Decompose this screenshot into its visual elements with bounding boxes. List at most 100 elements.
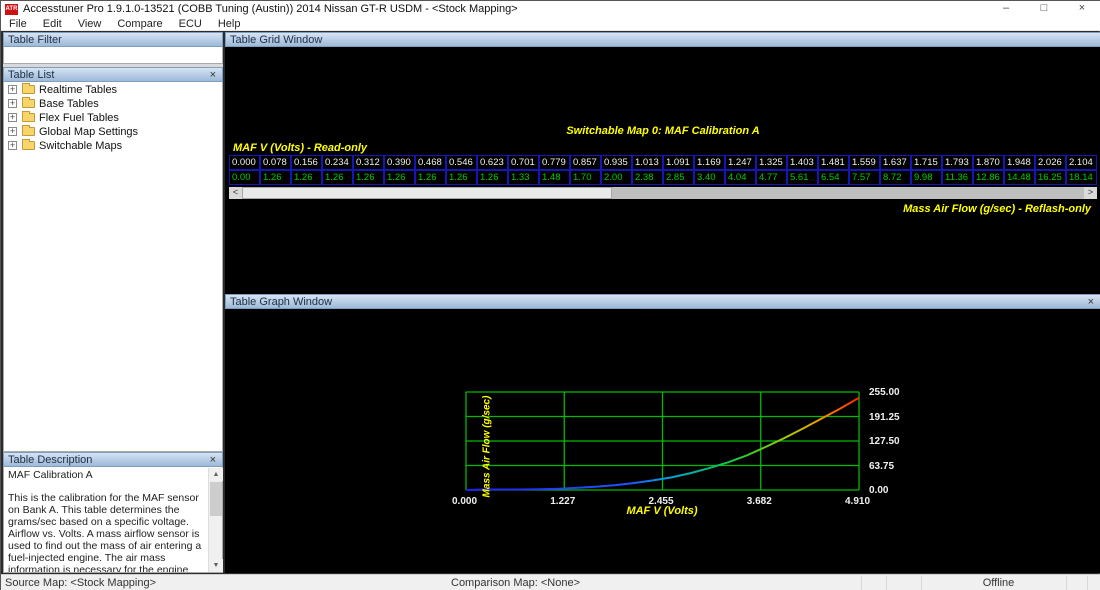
map-title: Switchable Map 0: MAF Calibration A	[566, 125, 760, 137]
menu-view[interactable]: View	[70, 17, 110, 31]
table-description-close-icon[interactable]: ×	[208, 454, 218, 466]
grid-cell[interactable]: 0.234	[322, 155, 353, 170]
table-grid-window-header: Table Grid Window	[225, 32, 1100, 47]
description-scroll-thumb[interactable]	[210, 482, 222, 516]
grid-cell[interactable]: 0.00	[229, 170, 260, 185]
grid-cell[interactable]: 8.72	[880, 170, 911, 185]
grid-cell[interactable]: 0.779	[539, 155, 570, 170]
grid-cell[interactable]: 1.247	[725, 155, 756, 170]
grid-cell[interactable]: 1.948	[1004, 155, 1035, 170]
close-button[interactable]: ×	[1063, 1, 1100, 17]
menu-edit[interactable]: Edit	[35, 17, 70, 31]
menu-file[interactable]: File	[1, 17, 35, 31]
grid-cell[interactable]: 2.85	[663, 170, 694, 185]
folder-icon	[22, 111, 35, 122]
grid-cell[interactable]: 0.156	[291, 155, 322, 170]
grid-cell[interactable]: 1.091	[663, 155, 694, 170]
grid-cell[interactable]: 4.77	[756, 170, 787, 185]
grid-cell[interactable]: 1.33	[508, 170, 539, 185]
graph-area: Mass Air Flow (g/sec) MAF V (Volts) 0.00…	[225, 309, 1100, 573]
grid-cell[interactable]: 1.637	[880, 155, 911, 170]
grid-cell[interactable]: 1.26	[322, 170, 353, 185]
menu-help[interactable]: Help	[210, 17, 249, 31]
grid-cell[interactable]: 2.00	[601, 170, 632, 185]
grid-cell[interactable]: 1.48	[539, 170, 570, 185]
tree-item-global-map-settings[interactable]: + Global Map Settings	[8, 125, 222, 138]
grid-cell[interactable]: 2.38	[632, 170, 663, 185]
menu-compare[interactable]: Compare	[109, 17, 170, 31]
y-tick-label: 191.25	[869, 411, 900, 423]
minimize-button[interactable]: –	[987, 1, 1025, 17]
scroll-right-icon[interactable]: >	[1084, 187, 1097, 199]
table-graph-close-icon[interactable]: ×	[1086, 296, 1096, 308]
table-filter-input[interactable]	[3, 47, 223, 64]
grid-cell[interactable]: 1.715	[911, 155, 942, 170]
y-tick-label: 63.75	[869, 460, 895, 472]
expand-icon[interactable]: +	[8, 99, 17, 108]
grid-cell[interactable]: 0.390	[384, 155, 415, 170]
grid-cell[interactable]: 5.61	[787, 170, 818, 185]
grid-cell[interactable]: 0.546	[446, 155, 477, 170]
tree-item-switchable-maps[interactable]: + Switchable Maps	[8, 139, 222, 152]
expand-icon[interactable]: +	[8, 113, 17, 122]
table-list-title: Table List	[8, 69, 55, 81]
grid-cell[interactable]: 1.26	[384, 170, 415, 185]
grid-cell[interactable]: 2.104	[1066, 155, 1097, 170]
scroll-left-icon[interactable]: <	[229, 187, 242, 199]
grid-cell[interactable]: 18.14	[1066, 170, 1097, 185]
grid-cell[interactable]: 9.98	[911, 170, 942, 185]
grid-scroll-thumb[interactable]	[242, 187, 612, 199]
grid-cell[interactable]: 1.559	[849, 155, 880, 170]
grid-cell[interactable]: 1.26	[291, 170, 322, 185]
grid-cell[interactable]: 1.26	[353, 170, 384, 185]
scroll-down-icon[interactable]: ▼	[209, 559, 223, 572]
description-scrollbar[interactable]: ▲ ▼	[208, 468, 223, 572]
grid-cell[interactable]: 1.325	[756, 155, 787, 170]
grid-cell[interactable]: 1.70	[570, 170, 601, 185]
grid-cell[interactable]: 14.48	[1004, 170, 1035, 185]
maximize-button[interactable]: □	[1025, 1, 1063, 17]
grid-cell[interactable]: 1.481	[818, 155, 849, 170]
tree-item-flex-fuel-tables[interactable]: + Flex Fuel Tables	[8, 111, 222, 124]
menu-bar: File Edit View Compare ECU Help	[1, 17, 1100, 31]
grid-cell[interactable]: 0.000	[229, 155, 260, 170]
grid-cell[interactable]: 0.623	[477, 155, 508, 170]
grid-cell[interactable]: 16.25	[1035, 170, 1066, 185]
grid-cell[interactable]: 0.935	[601, 155, 632, 170]
grid-cell[interactable]: 11.36	[942, 170, 973, 185]
expand-icon[interactable]: +	[8, 85, 17, 94]
grid-cell[interactable]: 3.40	[694, 170, 725, 185]
expand-icon[interactable]: +	[8, 127, 17, 136]
tree-item-realtime-tables[interactable]: + Realtime Tables	[8, 83, 222, 96]
scroll-up-icon[interactable]: ▲	[209, 468, 223, 481]
grid-cell[interactable]: 0.078	[260, 155, 291, 170]
grid-cell[interactable]: 0.312	[353, 155, 384, 170]
table-grid-window-title: Table Grid Window	[230, 34, 323, 46]
grid-cell[interactable]: 12.86	[973, 170, 1004, 185]
grid-cell[interactable]: 1.793	[942, 155, 973, 170]
menu-ecu[interactable]: ECU	[171, 17, 210, 31]
tree-item-label: Switchable Maps	[39, 139, 123, 152]
graph-y-axis-label: Mass Air Flow (g/sec)	[481, 395, 493, 498]
grid-cell[interactable]: 1.169	[694, 155, 725, 170]
grid-cell[interactable]: 4.04	[725, 170, 756, 185]
grid-cell[interactable]: 0.701	[508, 155, 539, 170]
status-separator	[921, 576, 922, 590]
grid-cell[interactable]: 2.026	[1035, 155, 1066, 170]
grid-cell[interactable]: 1.26	[260, 170, 291, 185]
table-list-close-icon[interactable]: ×	[208, 69, 218, 81]
tree-item-base-tables[interactable]: + Base Tables	[8, 97, 222, 110]
grid-cell[interactable]: 0.857	[570, 155, 601, 170]
expand-icon[interactable]: +	[8, 141, 17, 150]
status-comparison-map: Comparison Map: <None>	[451, 577, 581, 589]
grid-cell[interactable]: 7.57	[849, 170, 880, 185]
grid-cell[interactable]: 1.26	[446, 170, 477, 185]
grid-horizontal-scrollbar[interactable]: < >	[229, 187, 1097, 199]
grid-cell[interactable]: 1.013	[632, 155, 663, 170]
grid-cell[interactable]: 1.26	[477, 170, 508, 185]
grid-cell[interactable]: 1.403	[787, 155, 818, 170]
grid-cell[interactable]: 6.54	[818, 170, 849, 185]
grid-cell[interactable]: 1.26	[415, 170, 446, 185]
grid-cell[interactable]: 1.870	[973, 155, 1004, 170]
grid-cell[interactable]: 0.468	[415, 155, 446, 170]
